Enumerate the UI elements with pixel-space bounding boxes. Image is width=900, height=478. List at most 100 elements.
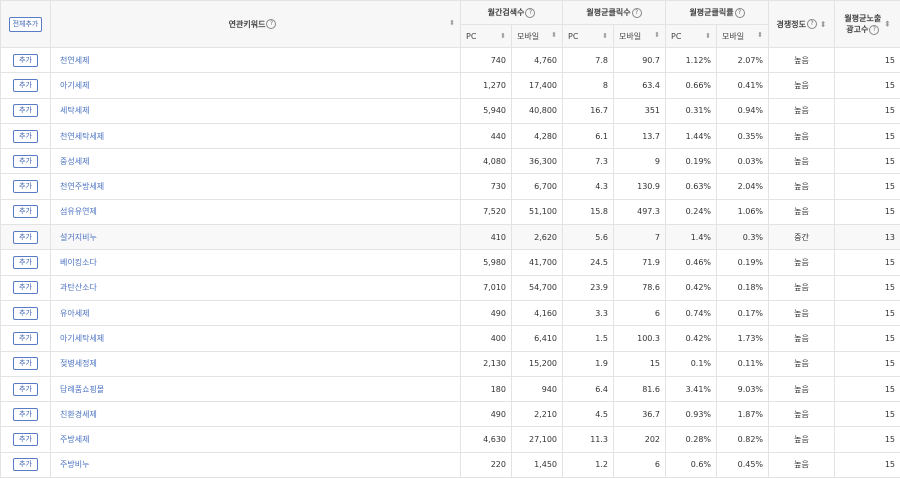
mobile-clicks-subheader[interactable]: 모바일⬍: [614, 25, 666, 48]
pc-search-cell: 410: [461, 225, 512, 250]
mobile-search-cell: 2,620: [512, 225, 563, 250]
add-button[interactable]: 추가: [13, 357, 38, 370]
pc-ctr-subheader[interactable]: PC ⬍: [666, 25, 717, 48]
help-icon[interactable]: ?: [735, 8, 745, 18]
add-button[interactable]: 추가: [13, 458, 38, 471]
mobile-ctr-cell: 0.82%: [717, 427, 769, 452]
sort-icon[interactable]: ⬍: [602, 32, 608, 40]
sort-icon[interactable]: ⬍: [449, 19, 455, 27]
table-row: 추가중성세제4,08036,3007.390.19%0.03%높음15: [1, 149, 900, 174]
competition-header[interactable]: 경쟁정도? ⬍: [769, 1, 835, 48]
keyword-link[interactable]: 세탁세제: [51, 98, 461, 123]
sort-icon[interactable]: ⬍: [654, 31, 660, 39]
add-button[interactable]: 추가: [13, 383, 38, 396]
mobile-search-subheader[interactable]: 모바일⬍: [512, 25, 563, 48]
help-icon[interactable]: ?: [632, 8, 642, 18]
add-button[interactable]: 추가: [13, 155, 38, 168]
pc-label: PC: [466, 32, 476, 41]
competition-cell: 높음: [769, 402, 835, 427]
keyword-link[interactable]: 중성세제: [51, 149, 461, 174]
keyword-link[interactable]: 답례품쇼핑몰: [51, 376, 461, 401]
keyword-link[interactable]: 친환경세제: [51, 402, 461, 427]
sort-icon[interactable]: ⬍: [705, 32, 711, 40]
mobile-search-cell: 4,760: [512, 48, 563, 73]
table-row: 추가설거지비누4102,6205.671.4%0.3%중간13: [1, 225, 900, 250]
pc-search-subheader[interactable]: PC ⬍: [461, 25, 512, 48]
sort-icon[interactable]: ⬍: [500, 32, 506, 40]
mobile-ctr-subheader[interactable]: 모바일⬍: [717, 25, 769, 48]
sort-icon[interactable]: ⬍: [551, 31, 557, 39]
add-cell: 추가: [1, 73, 51, 98]
keyword-link[interactable]: 과탄산소다: [51, 275, 461, 300]
add-button[interactable]: 추가: [13, 433, 38, 446]
add-button[interactable]: 추가: [13, 205, 38, 218]
pc-search-cell: 740: [461, 48, 512, 73]
keyword-link[interactable]: 섬유유연제: [51, 199, 461, 224]
add-button[interactable]: 추가: [13, 256, 38, 269]
help-icon[interactable]: ?: [807, 19, 817, 29]
competition-cell: 높음: [769, 452, 835, 477]
add-cell: 추가: [1, 300, 51, 325]
keyword-link[interactable]: 베이킹소다: [51, 250, 461, 275]
mobile-search-cell: 27,100: [512, 427, 563, 452]
keyword-link[interactable]: 천연세탁세제: [51, 123, 461, 148]
add-button[interactable]: 추가: [13, 281, 38, 294]
keyword-link[interactable]: 유아세제: [51, 300, 461, 325]
add-button[interactable]: 추가: [13, 231, 38, 244]
keyword-link[interactable]: 아기세탁세제: [51, 326, 461, 351]
sort-icon[interactable]: ⬍: [757, 31, 763, 39]
add-button[interactable]: 추가: [13, 180, 38, 193]
pc-search-cell: 5,940: [461, 98, 512, 123]
keyword-link[interactable]: 천연주방세제: [51, 174, 461, 199]
keyword-link[interactable]: 주방세제: [51, 427, 461, 452]
add-button[interactable]: 추가: [13, 130, 38, 143]
pc-search-cell: 490: [461, 402, 512, 427]
add-button[interactable]: 추가: [13, 332, 38, 345]
pc-ctr-cell: 0.19%: [666, 149, 717, 174]
sort-icon[interactable]: ⬍: [820, 20, 827, 29]
pc-label: PC: [671, 32, 681, 41]
pc-clicks-cell: 7.3: [563, 149, 614, 174]
keyword-link[interactable]: 아기세제: [51, 73, 461, 98]
competition-cell: 높음: [769, 98, 835, 123]
mobile-clicks-cell: 351: [614, 98, 666, 123]
add-all-button[interactable]: 전체추가: [9, 17, 43, 32]
table-row: 추가아기세탁세제4006,4101.5100.30.42%1.73%높음15: [1, 326, 900, 351]
add-button[interactable]: 추가: [13, 408, 38, 421]
pc-clicks-cell: 16.7: [563, 98, 614, 123]
add-button[interactable]: 추가: [13, 104, 38, 117]
mobile-clicks-cell: 78.6: [614, 275, 666, 300]
pc-clicks-subheader[interactable]: PC⬍: [563, 25, 614, 48]
mobile-ctr-cell: 0.94%: [717, 98, 769, 123]
pc-clicks-cell: 11.3: [563, 427, 614, 452]
add-button[interactable]: 추가: [13, 307, 38, 320]
avg-ads-cell: 15: [835, 48, 900, 73]
mobile-search-cell: 1,450: [512, 452, 563, 477]
pc-ctr-cell: 0.28%: [666, 427, 717, 452]
sort-icon[interactable]: ⬍: [884, 20, 891, 29]
mobile-ctr-cell: 0.03%: [717, 149, 769, 174]
mobile-ctr-cell: 0.11%: [717, 351, 769, 376]
help-icon[interactable]: ?: [869, 25, 879, 35]
help-icon[interactable]: ?: [266, 19, 276, 29]
add-button[interactable]: 추가: [13, 79, 38, 92]
keyword-link[interactable]: 설거지비누: [51, 225, 461, 250]
mobile-search-cell: 2,210: [512, 402, 563, 427]
keyword-link[interactable]: 젖병세정제: [51, 351, 461, 376]
mobile-clicks-cell: 6: [614, 452, 666, 477]
competition-cell: 높음: [769, 48, 835, 73]
avg-ctr-label: 월평균클릭률: [689, 8, 733, 17]
keyword-link[interactable]: 주방비누: [51, 452, 461, 477]
mobile-search-cell: 4,160: [512, 300, 563, 325]
add-button[interactable]: 추가: [13, 54, 38, 67]
help-icon[interactable]: ?: [525, 8, 535, 18]
keyword-link[interactable]: 천연세제: [51, 48, 461, 73]
pc-clicks-cell: 4.5: [563, 402, 614, 427]
mobile-search-cell: 17,400: [512, 73, 563, 98]
add-cell: 추가: [1, 326, 51, 351]
keyword-column-header[interactable]: 연관키워드? ⬍: [51, 1, 461, 48]
table-row: 추가주방세제4,63027,10011.32020.28%0.82%높음15: [1, 427, 900, 452]
avg-ads-header[interactable]: 월평균노출 광고수? ⬍: [835, 1, 900, 48]
table-row: 추가과탄산소다7,01054,70023.978.60.42%0.18%높음15: [1, 275, 900, 300]
mobile-ctr-cell: 2.04%: [717, 174, 769, 199]
